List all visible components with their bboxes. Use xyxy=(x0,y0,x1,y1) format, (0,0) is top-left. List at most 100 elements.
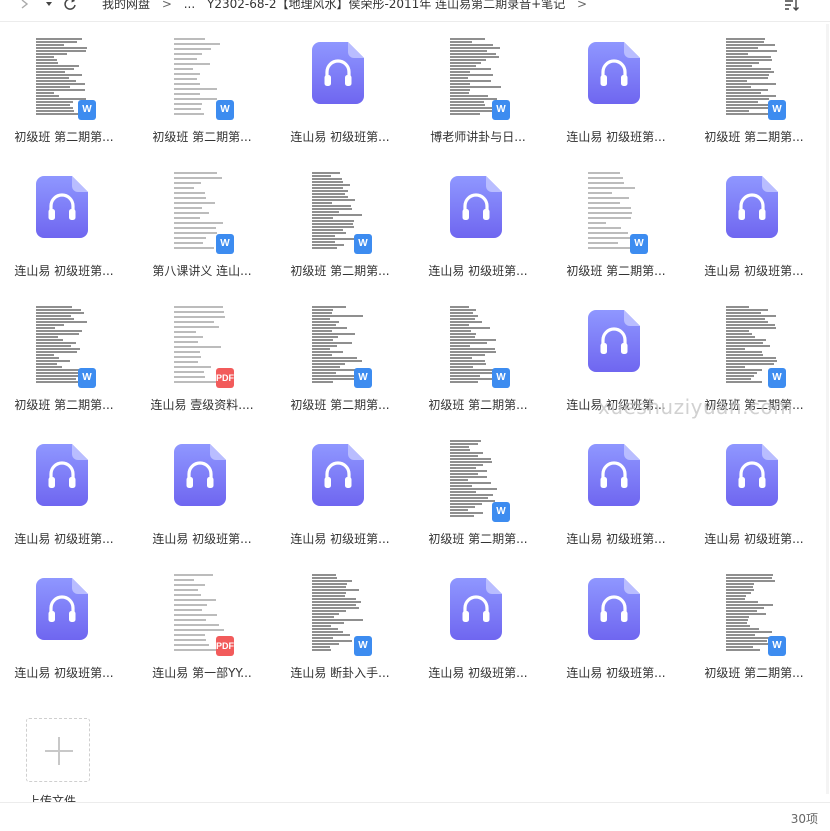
watermark-text: xueshuziyuan.com xyxy=(598,395,794,419)
file-item[interactable]: W 初级班 第二期第... xyxy=(4,298,124,422)
item-count: 30项 xyxy=(790,812,818,826)
audio-file-icon xyxy=(584,302,648,388)
file-name: 连山易 初级班第... xyxy=(14,264,114,278)
audio-file-icon xyxy=(722,168,786,254)
file-item[interactable]: 连山易 初级班第... xyxy=(694,432,814,556)
file-item[interactable]: 连山易 初级班第... xyxy=(280,432,400,556)
word-badge-icon: W xyxy=(492,502,510,522)
headphones-icon xyxy=(312,444,364,506)
document-thumbnail: W xyxy=(446,34,510,120)
headphones-icon xyxy=(726,444,778,506)
file-item[interactable]: 连山易 初级班第... xyxy=(418,164,538,288)
file-name: 连山易 初级班第... xyxy=(152,532,252,546)
file-item[interactable]: W 初级班 第二期第... xyxy=(694,30,814,154)
upload-tile[interactable] xyxy=(26,718,90,782)
file-item[interactable]: 连山易 初级班第... xyxy=(4,566,124,690)
file-name: 连山易 初级班第... xyxy=(704,264,804,278)
file-name: 博老师讲卦与日... xyxy=(430,130,526,144)
word-badge-icon: W xyxy=(354,234,372,254)
dropdown-icon[interactable] xyxy=(44,0,54,15)
document-thumbnail: W xyxy=(446,436,510,522)
file-item[interactable]: W 初级班 第二期第... xyxy=(142,30,262,154)
file-item[interactable]: W 初级班 第二期第... xyxy=(280,164,400,288)
file-item[interactable]: 连山易 初级班第... xyxy=(142,432,262,556)
word-badge-icon: W xyxy=(768,636,786,656)
file-name: 连山易 壹级资料.... xyxy=(150,398,254,412)
word-badge-icon: W xyxy=(768,100,786,120)
document-thumbnail: W xyxy=(308,570,372,656)
file-item[interactable]: 连山易 初级班第... xyxy=(556,30,676,154)
status-bar: 30项 xyxy=(0,802,830,831)
file-item[interactable]: 连山易 初级班第... xyxy=(556,566,676,690)
audio-file-icon xyxy=(584,570,648,656)
document-thumbnail: W xyxy=(446,302,510,388)
file-name: 连山易 初级班第... xyxy=(566,130,666,144)
file-name: 初级班 第二期第... xyxy=(428,532,528,546)
breadcrumb-root[interactable]: 我的网盘 xyxy=(102,0,150,15)
file-item[interactable]: W 第八课讲义 连山... xyxy=(142,164,262,288)
file-name: 初级班 第二期第... xyxy=(14,398,114,412)
audio-file-icon xyxy=(170,436,234,522)
breadcrumb: 我的网盘 > ... Y2302-68-2【地理风水】侯荣彤-2011年 连山易… xyxy=(102,0,595,15)
word-badge-icon: W xyxy=(492,100,510,120)
word-badge-icon: W xyxy=(78,368,96,388)
audio-file-icon xyxy=(32,168,96,254)
file-item[interactable]: 连山易 初级班第... xyxy=(418,566,538,690)
file-name: 连山易 初级班第... xyxy=(290,532,390,546)
audio-file-icon xyxy=(32,570,96,656)
file-item[interactable]: PDF 连山易 第一部YY... xyxy=(142,566,262,690)
file-name: 连山易 初级班第... xyxy=(14,532,114,546)
refresh-icon[interactable] xyxy=(62,0,78,15)
word-badge-icon: W xyxy=(768,368,786,388)
word-badge-icon: W xyxy=(216,234,234,254)
breadcrumb-current[interactable]: Y2302-68-2【地理风水】侯荣彤-2011年 连山易第二期录音+笔记 xyxy=(207,0,565,15)
file-item[interactable]: 连山易 初级班第... xyxy=(556,432,676,556)
headphones-icon xyxy=(312,42,364,104)
file-name: 初级班 第二期第... xyxy=(428,398,528,412)
file-item[interactable]: W 连山易 断卦入手... xyxy=(280,566,400,690)
file-name: 初级班 第二期第... xyxy=(290,264,390,278)
breadcrumb-separator-end: > xyxy=(577,0,588,11)
file-item[interactable]: 连山易 初级班第... xyxy=(694,164,814,288)
file-item[interactable]: W 初级班 第二期第... xyxy=(418,432,538,556)
breadcrumb-ellipsis[interactable]: ... xyxy=(184,0,195,15)
file-item[interactable]: 连山易 初级班第... xyxy=(280,30,400,154)
audio-file-icon xyxy=(308,436,372,522)
file-item[interactable]: W 初级班 第二期第... xyxy=(4,30,124,154)
file-name: 连山易 断卦入手... xyxy=(290,666,390,680)
file-item[interactable]: 连山易 初级班第... xyxy=(4,164,124,288)
document-thumbnail: W xyxy=(308,168,372,254)
document-thumbnail: W xyxy=(308,302,372,388)
file-item[interactable]: W 初级班 第二期第... xyxy=(556,164,676,288)
file-name: 连山易 初级班第... xyxy=(290,130,390,144)
file-item[interactable]: 连山易 初级班第... xyxy=(4,432,124,556)
sort-icon[interactable] xyxy=(784,0,800,11)
audio-file-icon xyxy=(446,570,510,656)
headphones-icon xyxy=(588,42,640,104)
file-name: 第八课讲义 连山... xyxy=(152,264,252,278)
headphones-icon xyxy=(174,444,226,506)
file-name: 初级班 第二期第... xyxy=(704,130,804,144)
audio-file-icon xyxy=(446,168,510,254)
headphones-icon xyxy=(36,444,88,506)
file-item[interactable]: W 初级班 第二期第... xyxy=(280,298,400,422)
word-badge-icon: W xyxy=(78,100,96,120)
file-item[interactable]: W 博老师讲卦与日... xyxy=(418,30,538,154)
pdf-badge-icon: PDF xyxy=(216,368,234,388)
word-badge-icon: W xyxy=(630,234,648,254)
pdf-badge-icon: PDF xyxy=(216,636,234,656)
audio-file-icon xyxy=(722,436,786,522)
audio-file-icon xyxy=(584,34,648,120)
file-name: 连山易 初级班第... xyxy=(566,666,666,680)
file-item[interactable]: W 初级班 第二期第... xyxy=(418,298,538,422)
vertical-scrollbar[interactable] xyxy=(826,24,829,794)
file-item[interactable]: W 初级班 第二期第... xyxy=(694,566,814,690)
file-name: 连山易 第一部YY... xyxy=(152,666,252,680)
file-name: 连山易 初级班第... xyxy=(566,532,666,546)
back-icon[interactable] xyxy=(20,0,30,15)
file-name: 连山易 初级班第... xyxy=(428,264,528,278)
headphones-icon xyxy=(450,578,502,640)
word-badge-icon: W xyxy=(216,100,234,120)
headphones-icon xyxy=(588,444,640,506)
file-item[interactable]: PDF 连山易 壹级资料.... xyxy=(142,298,262,422)
